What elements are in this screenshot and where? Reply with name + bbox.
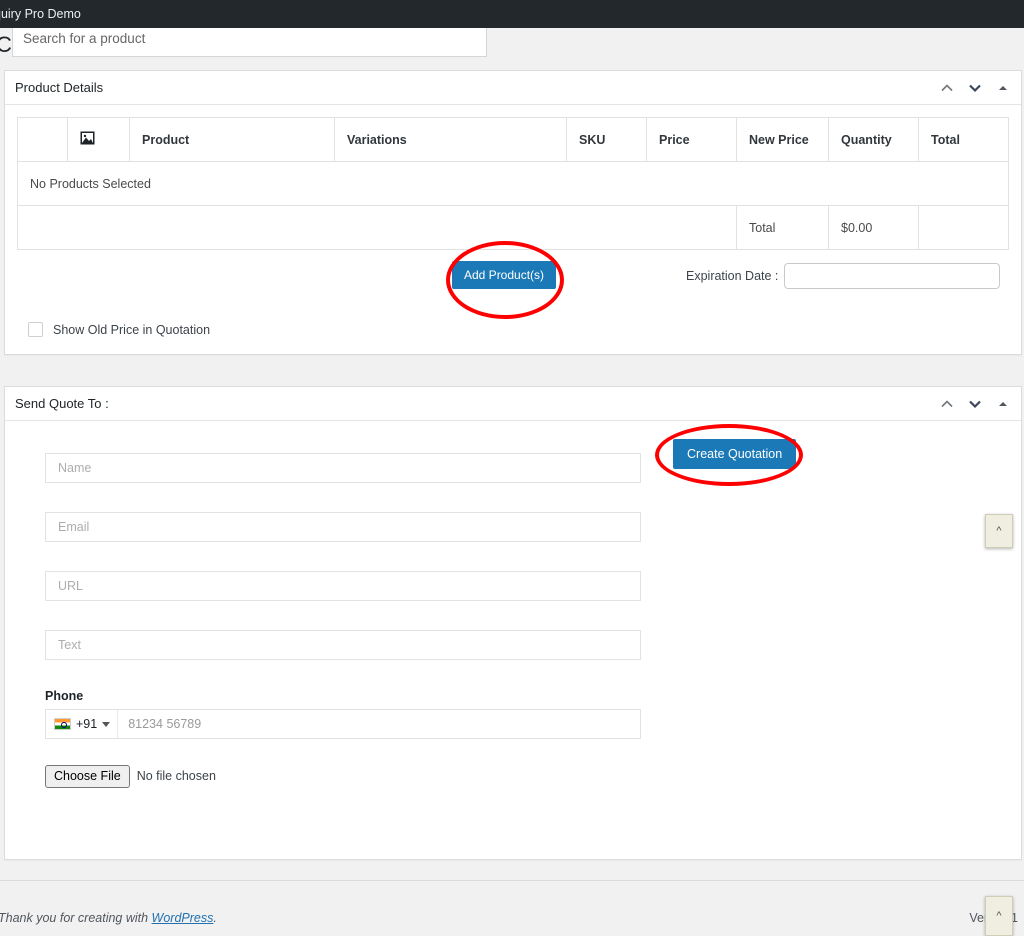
- footer-credit-suffix: .: [213, 911, 217, 925]
- text-input[interactable]: [45, 630, 641, 660]
- col-image: [67, 117, 130, 162]
- choose-file-button[interactable]: Choose File: [45, 765, 130, 788]
- scroll-up-box-footer[interactable]: ^: [985, 896, 1013, 936]
- admin-bar: quiry Pro Demo: [0, 0, 1024, 28]
- table-row-empty: No Products Selected: [17, 161, 1009, 206]
- product-details-panel-controls: [939, 71, 1011, 105]
- move-down-icon[interactable]: [967, 396, 983, 412]
- col-quantity: Quantity: [828, 117, 919, 162]
- create-quotation-button[interactable]: Create Quotation: [673, 439, 797, 469]
- toggle-panel-icon[interactable]: [995, 80, 1011, 96]
- scroll-up-box-middle[interactable]: ^: [985, 514, 1013, 548]
- phone-number-input[interactable]: [118, 710, 640, 738]
- india-flag-icon: [54, 718, 71, 730]
- product-table: Product Variations SKU Price New Price Q…: [17, 117, 1009, 250]
- col-product: Product: [129, 117, 335, 162]
- quote-form: Phone +91 Choose File No file chosen: [5, 421, 1021, 788]
- footer-credit: Thank you for creating with WordPress.: [0, 911, 217, 925]
- send-quote-panel: Send Quote To : Phone +91: [4, 386, 1022, 860]
- wordpress-link[interactable]: WordPress: [152, 911, 214, 925]
- show-old-price-label: Show Old Price in Quotation: [53, 322, 211, 337]
- col-total: Total: [918, 117, 1009, 162]
- show-old-price-checkbox[interactable]: [28, 322, 43, 337]
- file-upload-row: Choose File No file chosen: [45, 765, 1021, 788]
- product-details-title: Product Details: [15, 80, 104, 95]
- phone-field-group: +91: [45, 709, 641, 739]
- expiration-date-group: Expiration Date :: [686, 263, 1001, 289]
- country-code-selector[interactable]: +91: [46, 710, 119, 738]
- name-input[interactable]: [45, 453, 641, 483]
- expiration-date-label: Expiration Date :: [686, 269, 779, 283]
- product-table-header-row: Product Variations SKU Price New Price Q…: [17, 117, 1009, 162]
- col-price: Price: [646, 117, 737, 162]
- toggle-panel-icon[interactable]: [995, 396, 1011, 412]
- phone-label: Phone: [45, 689, 84, 703]
- no-products-message: No Products Selected: [17, 161, 1009, 206]
- totals-value: $0.00: [828, 205, 919, 250]
- totals-label: Total: [736, 205, 829, 250]
- table-row-totals: Total $0.00: [17, 205, 1009, 250]
- add-products-button[interactable]: Add Product(s): [452, 261, 557, 289]
- move-up-icon[interactable]: [939, 80, 955, 96]
- send-quote-panel-header: Send Quote To :: [5, 387, 1021, 421]
- show-old-price-row: Show Old Price in Quotation: [28, 322, 210, 337]
- product-details-panel: Product Details Product Variations SKU P…: [4, 70, 1022, 355]
- send-quote-title: Send Quote To :: [15, 396, 109, 411]
- url-input[interactable]: [45, 571, 641, 601]
- email-input[interactable]: [45, 512, 641, 542]
- footer-credit-prefix: Thank you for creating with: [0, 911, 152, 925]
- move-up-icon[interactable]: [939, 396, 955, 412]
- product-details-panel-header: Product Details: [5, 71, 1021, 105]
- col-new-price: New Price: [736, 117, 829, 162]
- totals-end: [918, 205, 1009, 250]
- expiration-date-input[interactable]: [784, 263, 1001, 289]
- admin-bar-site-title[interactable]: quiry Pro Demo: [0, 7, 81, 21]
- totals-spacer: [17, 205, 737, 250]
- chevron-down-icon: [102, 721, 111, 727]
- file-status-label: No file chosen: [136, 769, 216, 784]
- send-quote-panel-controls: [939, 387, 1011, 421]
- col-select: [17, 117, 68, 162]
- image-icon: [80, 131, 95, 148]
- col-variations: Variations: [334, 117, 567, 162]
- move-down-icon[interactable]: [967, 80, 983, 96]
- col-sku: SKU: [566, 117, 647, 162]
- country-code-value: +91: [76, 717, 98, 731]
- footer: Thank you for creating with WordPress. V…: [0, 880, 1024, 936]
- product-table-wrapper: Product Variations SKU Price New Price Q…: [5, 105, 1021, 250]
